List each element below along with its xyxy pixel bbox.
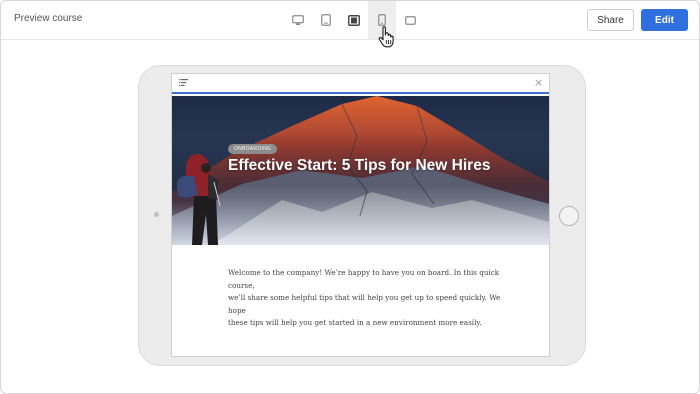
device-desktop-button[interactable] — [284, 1, 312, 39]
intro-line: Welcome to the company! We’re happy to h… — [228, 268, 500, 290]
course-preview-screen: × ONBOARDING Effective Start: 5 Tips for… — [171, 73, 550, 357]
laptop-icon — [321, 14, 331, 26]
tablet-home-button — [559, 206, 579, 226]
hand-pointer-icon — [378, 26, 394, 48]
device-switcher — [284, 1, 424, 39]
tablet-portrait-icon — [378, 14, 386, 26]
preview-window: Preview course Share Edit × ONBOARDING E… — [0, 0, 700, 394]
page-title: Preview course — [14, 13, 83, 24]
menu-lines-icon[interactable] — [179, 79, 188, 86]
intro-line: these tips will help you get started in … — [228, 318, 482, 327]
device-phone-landscape-button[interactable] — [396, 1, 424, 39]
close-icon[interactable]: × — [534, 77, 543, 89]
desktop-icon — [292, 14, 304, 25]
course-hero-image: ONBOARDING Effective Start: 5 Tips for N… — [172, 96, 549, 245]
course-category-badge: ONBOARDING — [228, 144, 278, 154]
share-button[interactable]: Share — [587, 9, 634, 31]
tablet-landscape-icon — [348, 14, 360, 26]
intro-line: we’ll share some helpful tips that will … — [228, 293, 501, 315]
course-header: × — [172, 74, 549, 94]
device-laptop-button[interactable] — [312, 1, 340, 39]
tablet-camera — [154, 212, 159, 217]
course-intro-text: Welcome to the company! We’re happy to h… — [228, 267, 508, 330]
device-tablet-landscape-button[interactable] — [340, 1, 368, 39]
top-bar: Preview course Share Edit — [1, 1, 699, 40]
edit-button[interactable]: Edit — [641, 9, 688, 31]
phone-landscape-icon — [404, 15, 416, 25]
course-title: Effective Start: 5 Tips for New Hires — [228, 157, 491, 174]
